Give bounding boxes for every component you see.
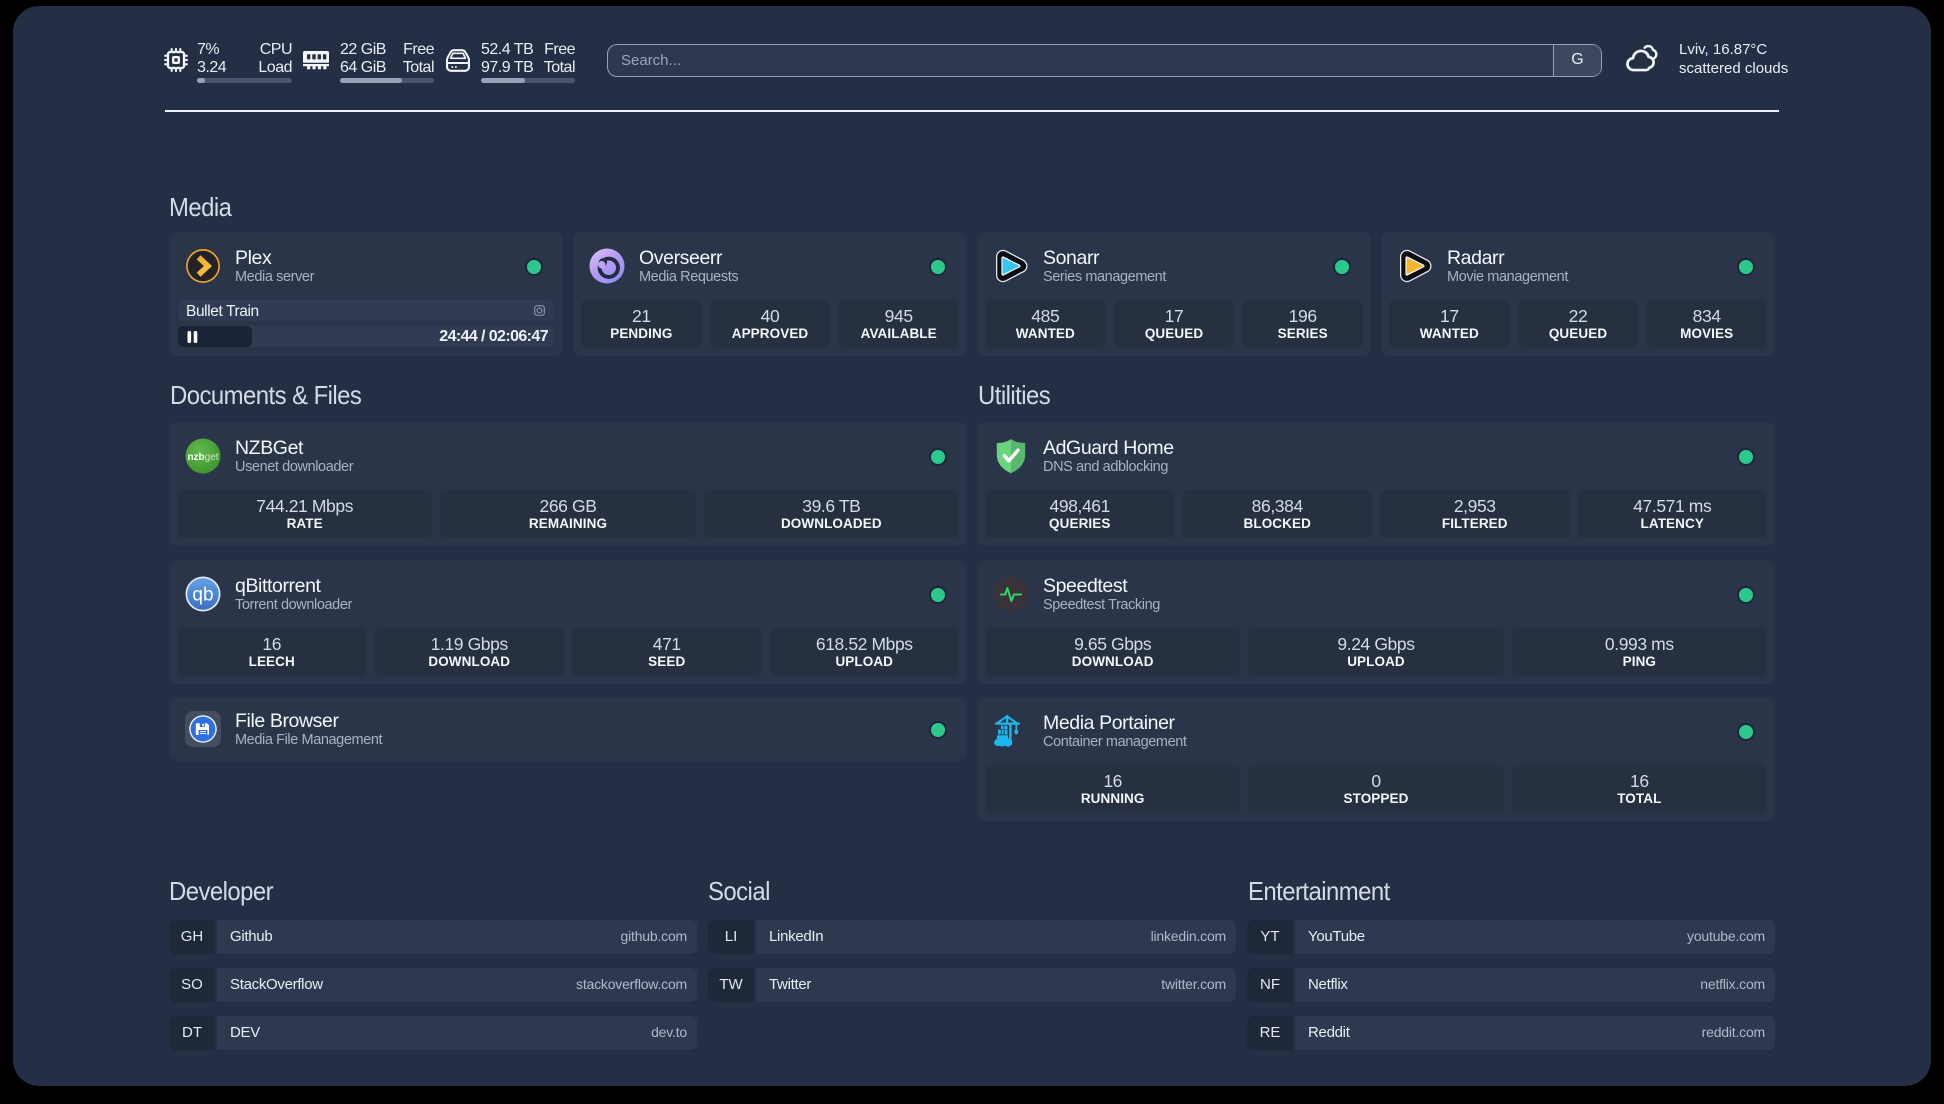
svg-text:qb: qb: [192, 585, 213, 606]
svg-text:nzbget: nzbget: [187, 452, 218, 463]
